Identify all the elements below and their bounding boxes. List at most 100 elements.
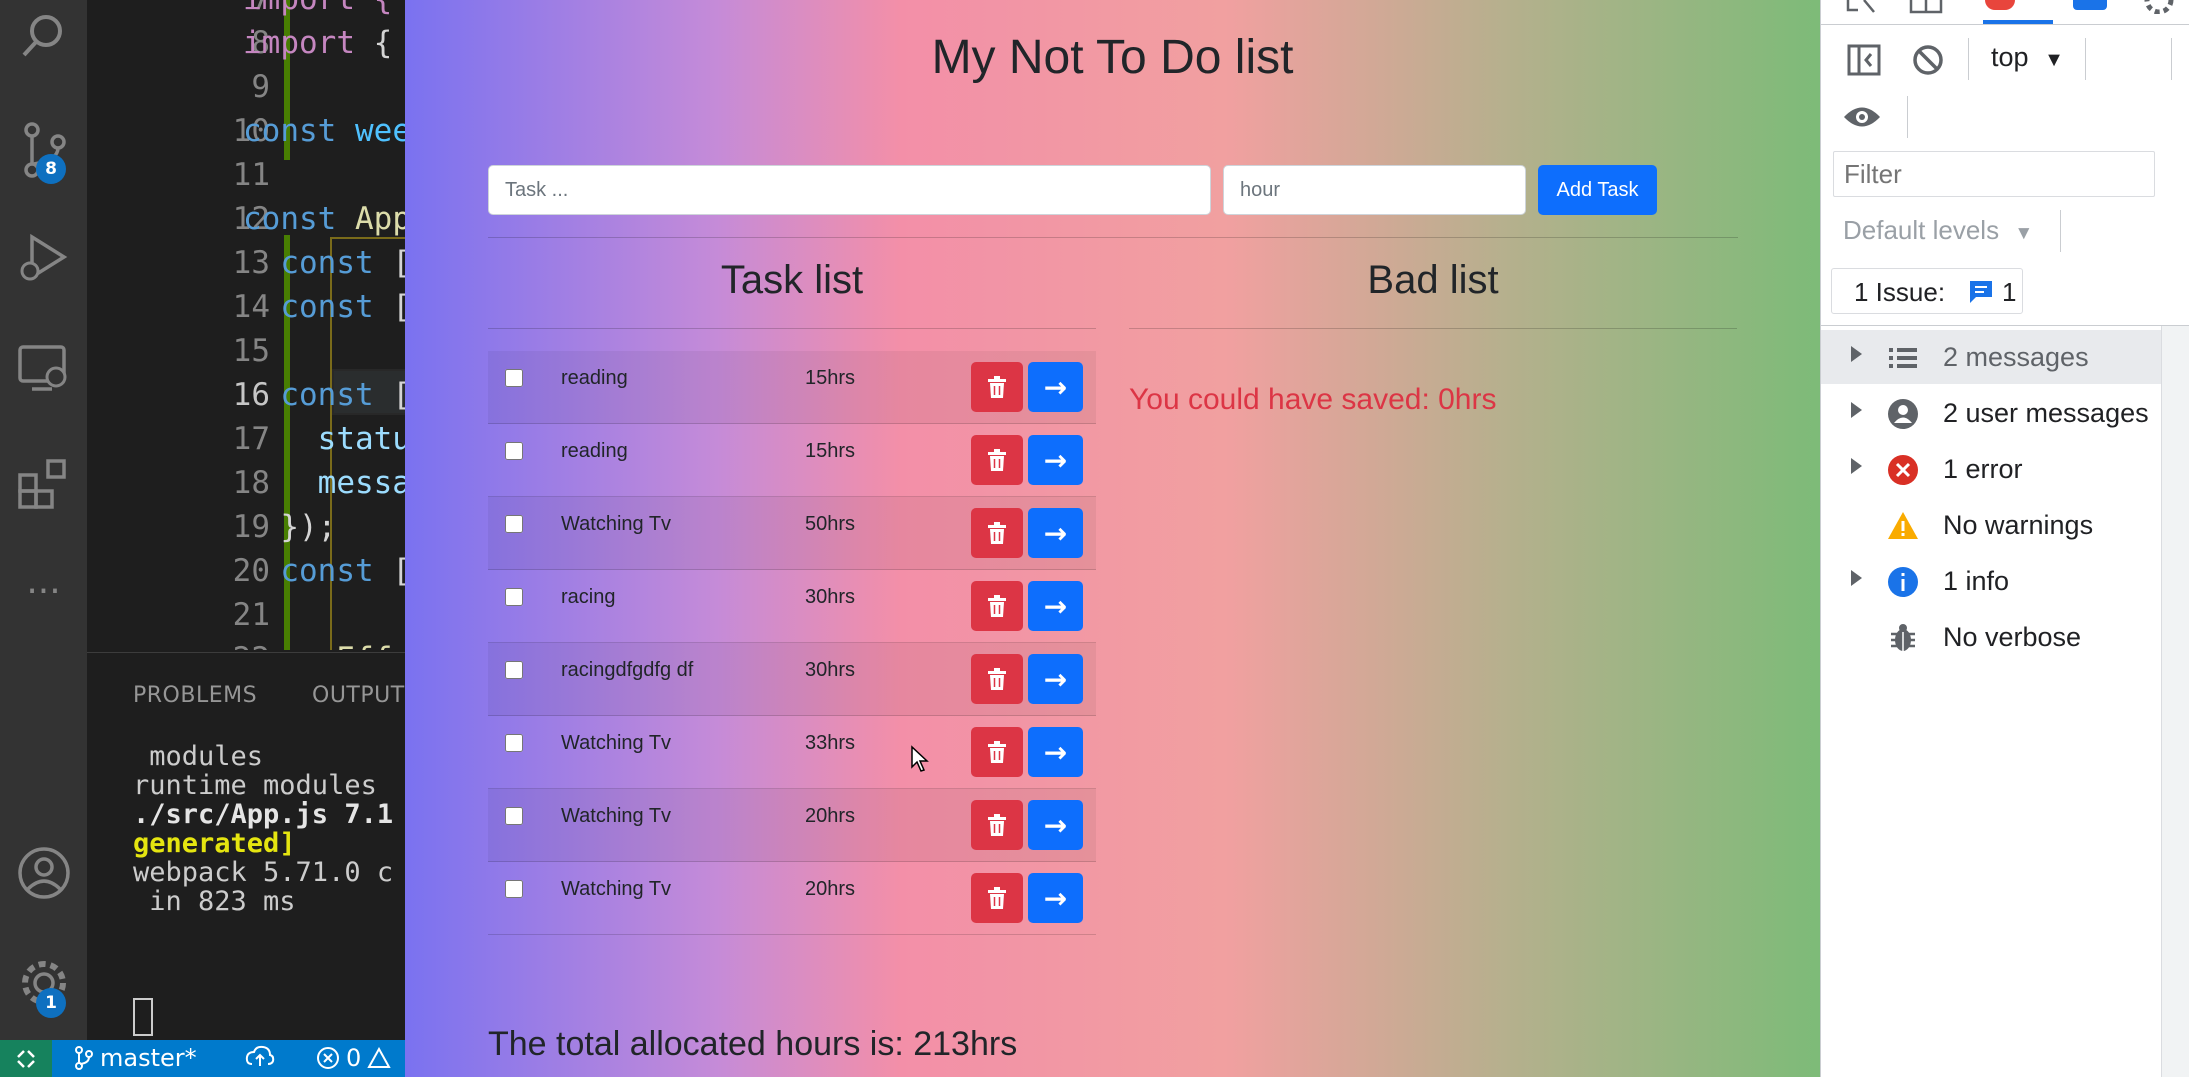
console-category-list[interactable]: 2 messages [1821, 330, 2161, 384]
tab-output[interactable]: OUTPUT [312, 683, 405, 708]
delete-task-button[interactable] [971, 362, 1023, 412]
task-checkbox[interactable] [505, 661, 523, 679]
task-name: Watching Tv [561, 513, 672, 535]
tab-problems[interactable]: PROBLEMS [133, 683, 257, 708]
code-token: { [354, 25, 393, 61]
inspect-element-icon[interactable] [1846, 0, 1880, 14]
delete-task-button[interactable] [971, 873, 1023, 923]
arrow-right-icon: → [1043, 662, 1068, 696]
terminal-line: ./src/App.js 7.1 [133, 799, 394, 830]
issues-button[interactable]: 1 Issue: 1 [1831, 268, 2023, 314]
problems-indicator[interactable]: 0 [316, 1044, 391, 1072]
console-category-bug[interactable]: No verbose [1821, 610, 2161, 664]
record-icon[interactable] [1985, 0, 2015, 10]
console-category-error[interactable]: 1 error [1821, 442, 2161, 496]
task-checkbox[interactable] [505, 515, 523, 533]
arrow-right-icon: → [1043, 443, 1068, 477]
task-input[interactable] [488, 165, 1211, 215]
task-checkbox[interactable] [505, 734, 523, 752]
task-hours: 15hrs [805, 367, 856, 389]
task-hours: 50hrs [805, 513, 856, 535]
trash-icon [988, 741, 1006, 763]
code-token: [ [374, 245, 405, 281]
expand-arrow-icon[interactable] [1851, 402, 1862, 418]
move-to-bad-list-button[interactable]: → [1028, 654, 1083, 704]
task-checkbox[interactable] [505, 442, 523, 460]
code-text: const [ [243, 553, 405, 589]
task-checkbox[interactable] [505, 369, 523, 387]
source-control-badge: 8 [36, 154, 66, 184]
code-token: const [243, 245, 374, 281]
move-to-bad-list-button[interactable]: → [1028, 362, 1083, 412]
task-row: racing 30hrs → [488, 570, 1096, 643]
sidebar-toggle-icon[interactable] [1847, 44, 1881, 76]
code-line: 11 [87, 157, 405, 201]
hour-input[interactable] [1223, 165, 1526, 215]
trash-icon [988, 595, 1006, 617]
delete-task-button[interactable] [971, 654, 1023, 704]
code-editor[interactable]: 7import {8import {9 10const wee11 12const … [87, 0, 405, 650]
move-to-bad-list-button[interactable]: → [1028, 581, 1083, 631]
code-token: [ [374, 289, 405, 325]
toolbar-divider [1907, 96, 1908, 138]
move-to-bad-list-button[interactable]: → [1028, 800, 1083, 850]
move-to-bad-list-button[interactable]: → [1028, 873, 1083, 923]
delete-task-button[interactable] [971, 435, 1023, 485]
filter-input[interactable] [1833, 151, 2155, 197]
task-checkbox[interactable] [505, 807, 523, 825]
sync-icon[interactable] [245, 1044, 275, 1068]
account-icon[interactable] [0, 838, 87, 908]
task-checkbox[interactable] [505, 588, 523, 606]
code-token: messa [243, 465, 405, 501]
console-category-user[interactable]: 2 user messages [1821, 386, 2161, 440]
delete-task-button[interactable] [971, 508, 1023, 558]
run-debug-icon[interactable] [0, 222, 87, 292]
move-to-bad-list-button[interactable]: → [1028, 435, 1083, 485]
more-icon[interactable]: ··· [0, 556, 87, 626]
clear-console-icon[interactable] [1912, 44, 1944, 76]
error-count: 0 [346, 1044, 362, 1072]
terminal-line: generated] [133, 828, 296, 859]
warning-icon [1887, 510, 1919, 542]
code-token: useEffe [243, 641, 405, 650]
delete-task-button[interactable] [971, 581, 1023, 631]
active-tab-indicator [1983, 20, 2053, 24]
code-text: const wee [243, 113, 405, 149]
search-icon[interactable] [0, 0, 87, 70]
task-row: reading 15hrs → [488, 424, 1096, 497]
devtools-settings-icon[interactable] [2141, 0, 2177, 14]
code-text: statu [243, 421, 405, 457]
code-token: import [243, 25, 355, 61]
expand-arrow-icon[interactable] [1851, 458, 1862, 474]
console-category-info[interactable]: 1 info [1821, 554, 2161, 608]
not-to-do-app: My Not To Do list Add Task Task list Bad… [405, 0, 1820, 1077]
task-name: racing [561, 586, 616, 608]
context-selector[interactable]: top ▼ [1991, 42, 2064, 73]
remote-explorer-icon[interactable] [0, 334, 87, 404]
live-expression-eye-icon[interactable] [1842, 104, 1882, 130]
code-line: 17 statu [87, 421, 405, 465]
arrow-right-icon: → [1043, 516, 1068, 550]
move-to-bad-list-button[interactable]: → [1028, 508, 1083, 558]
task-checkbox[interactable] [505, 880, 523, 898]
device-toolbar-icon[interactable] [1909, 0, 1943, 14]
console-tab-icon[interactable] [2073, 0, 2107, 10]
user-icon [1887, 398, 1919, 430]
console-category-warning[interactable]: No warnings [1821, 498, 2161, 552]
delete-task-button[interactable] [971, 800, 1023, 850]
move-to-bad-list-button[interactable]: → [1028, 727, 1083, 777]
task-row: Watching Tv 20hrs → [488, 789, 1096, 862]
delete-task-button[interactable] [971, 727, 1023, 777]
expand-arrow-icon[interactable] [1851, 346, 1862, 362]
add-task-button[interactable]: Add Task [1538, 165, 1657, 215]
code-token: const [243, 113, 337, 149]
extensions-icon[interactable] [0, 448, 87, 518]
console-scroll-area[interactable] [2161, 326, 2189, 1077]
log-levels-dropdown[interactable]: Default levels ▼ [1843, 215, 2033, 246]
code-line: 20 const [ [87, 553, 405, 597]
code-text: messa [243, 465, 405, 501]
expand-arrow-icon[interactable] [1851, 570, 1862, 586]
code-text: const [ [243, 245, 405, 281]
branch-indicator[interactable]: master* [74, 1044, 197, 1072]
remote-indicator-icon[interactable] [0, 1040, 52, 1077]
